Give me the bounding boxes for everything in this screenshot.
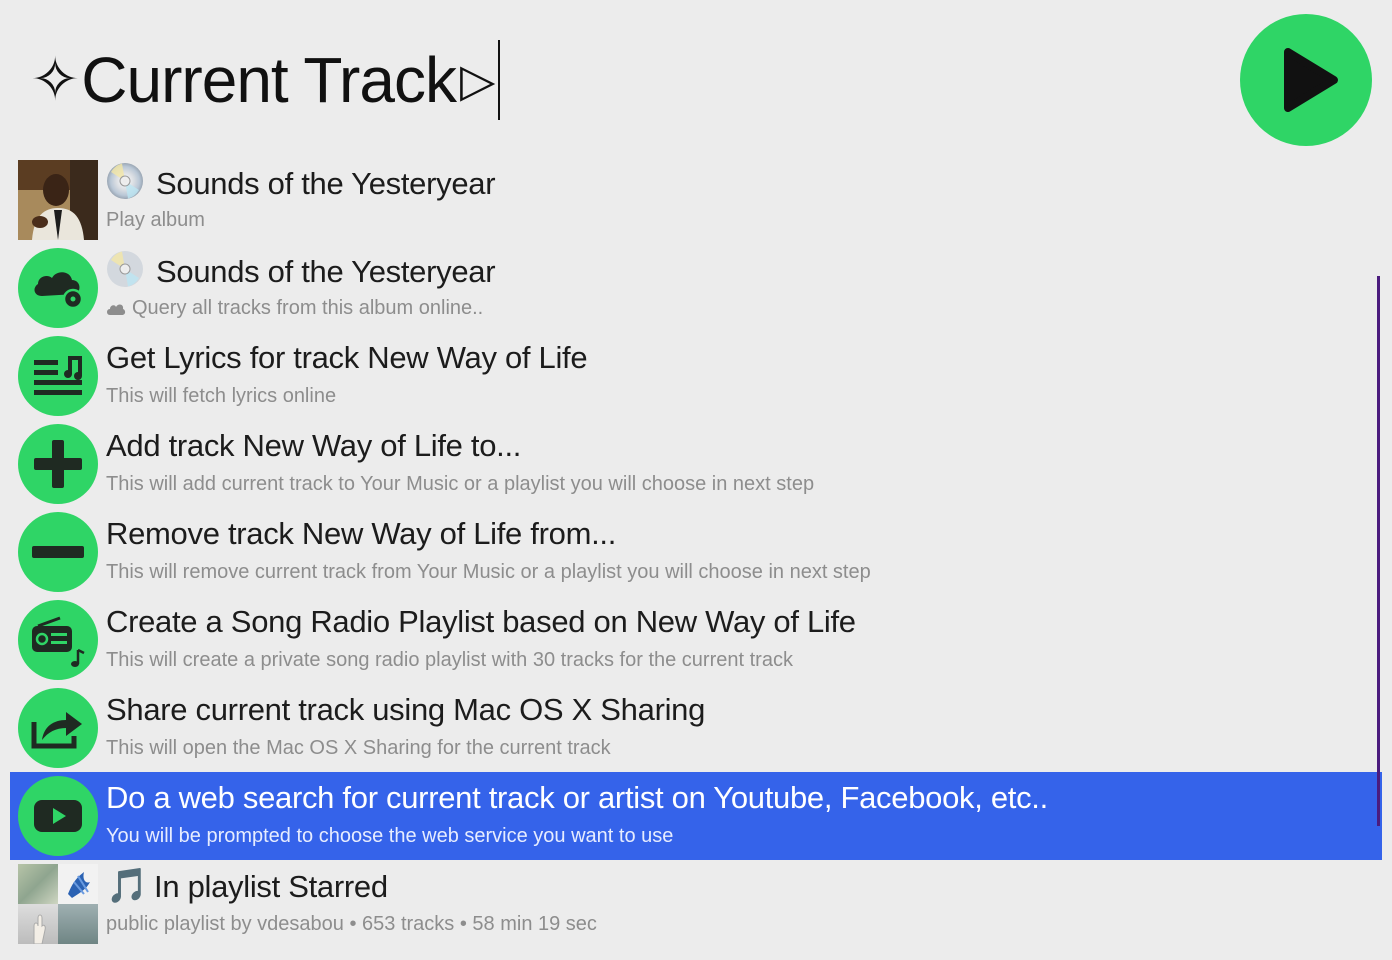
result-title: Sounds of the Yesteryear [106,250,496,292]
playlist-mosaic [18,864,98,945]
result-title: Get Lyrics for track New Way of Life [106,340,588,375]
minus-icon [18,512,98,592]
search-header: ✧ Current Track ▷ [0,0,1392,150]
result-title: Add track New Way of Life to... [106,428,522,463]
result-row-get-lyrics[interactable]: Get Lyrics for track New Way of Life Thi… [10,332,1382,420]
result-row-play-album[interactable]: Sounds of the Yesteryear Play album [10,156,1382,244]
result-row-remove-track[interactable]: Remove track New Way of Life from... Thi… [10,508,1382,596]
cd-icon [107,251,143,287]
sparkle-icon: ✧ [30,46,80,113]
results-list: Sounds of the Yesteryear Play album Soun… [10,156,1382,948]
result-subtitle: This will add current track to Your Musi… [106,473,815,495]
result-title: Create a Song Radio Playlist based on Ne… [106,604,856,639]
music-note-icon: 🎵 [106,867,149,905]
text-caret [498,40,501,120]
result-row-web-search[interactable]: Do a web search for current track or art… [10,772,1382,860]
result-title: Share current track using Mac OS X Shari… [106,692,706,727]
result-title: Remove track New Way of Life from... [106,516,617,551]
result-subtitle: Play album [106,209,205,231]
radio-icon [18,600,98,680]
search-query-input[interactable]: ✧ Current Track ▷ [30,40,501,120]
result-row-add-track[interactable]: Add track New Way of Life to... This wil… [10,420,1382,508]
result-subtitle: This will fetch lyrics online [106,385,337,407]
search-query-text: Current Track [81,44,457,116]
album-cover [18,160,98,240]
result-row-share-track[interactable]: Share current track using Mac OS X Shari… [10,684,1382,772]
result-subtitle: This will remove current track from Your… [106,561,871,583]
result-title: Do a web search for current track or art… [106,780,1048,815]
result-subtitle: You will be prompted to choose the web s… [106,825,674,847]
play-button[interactable] [1240,14,1372,146]
scrollbar[interactable] [1377,276,1380,826]
lyrics-icon [18,336,98,416]
result-row-playlist-starred[interactable]: 🎵 In playlist Starred public playlist by … [10,860,1382,948]
plus-icon [18,424,98,504]
play-outline-icon: ▷ [459,54,495,106]
cloud-icon [107,304,126,315]
cloud-disc-icon [18,248,98,328]
result-title: 🎵 In playlist Starred [106,867,388,905]
result-subtitle: Query all tracks from this album online.… [106,294,483,322]
cd-icon [107,163,143,199]
result-subtitle: public playlist by vdesabou • 653 tracks… [106,913,597,935]
play-icon [1284,48,1338,112]
share-icon [18,688,98,768]
result-row-song-radio[interactable]: Create a Song Radio Playlist based on Ne… [10,596,1382,684]
result-row-query-album-online[interactable]: Sounds of the Yesteryear Query all track… [10,244,1382,332]
youtube-icon [18,776,98,856]
result-subtitle: This will create a private song radio pl… [106,649,793,671]
result-subtitle: This will open the Mac OS X Sharing for … [106,737,611,759]
result-title: Sounds of the Yesteryear [106,162,496,204]
